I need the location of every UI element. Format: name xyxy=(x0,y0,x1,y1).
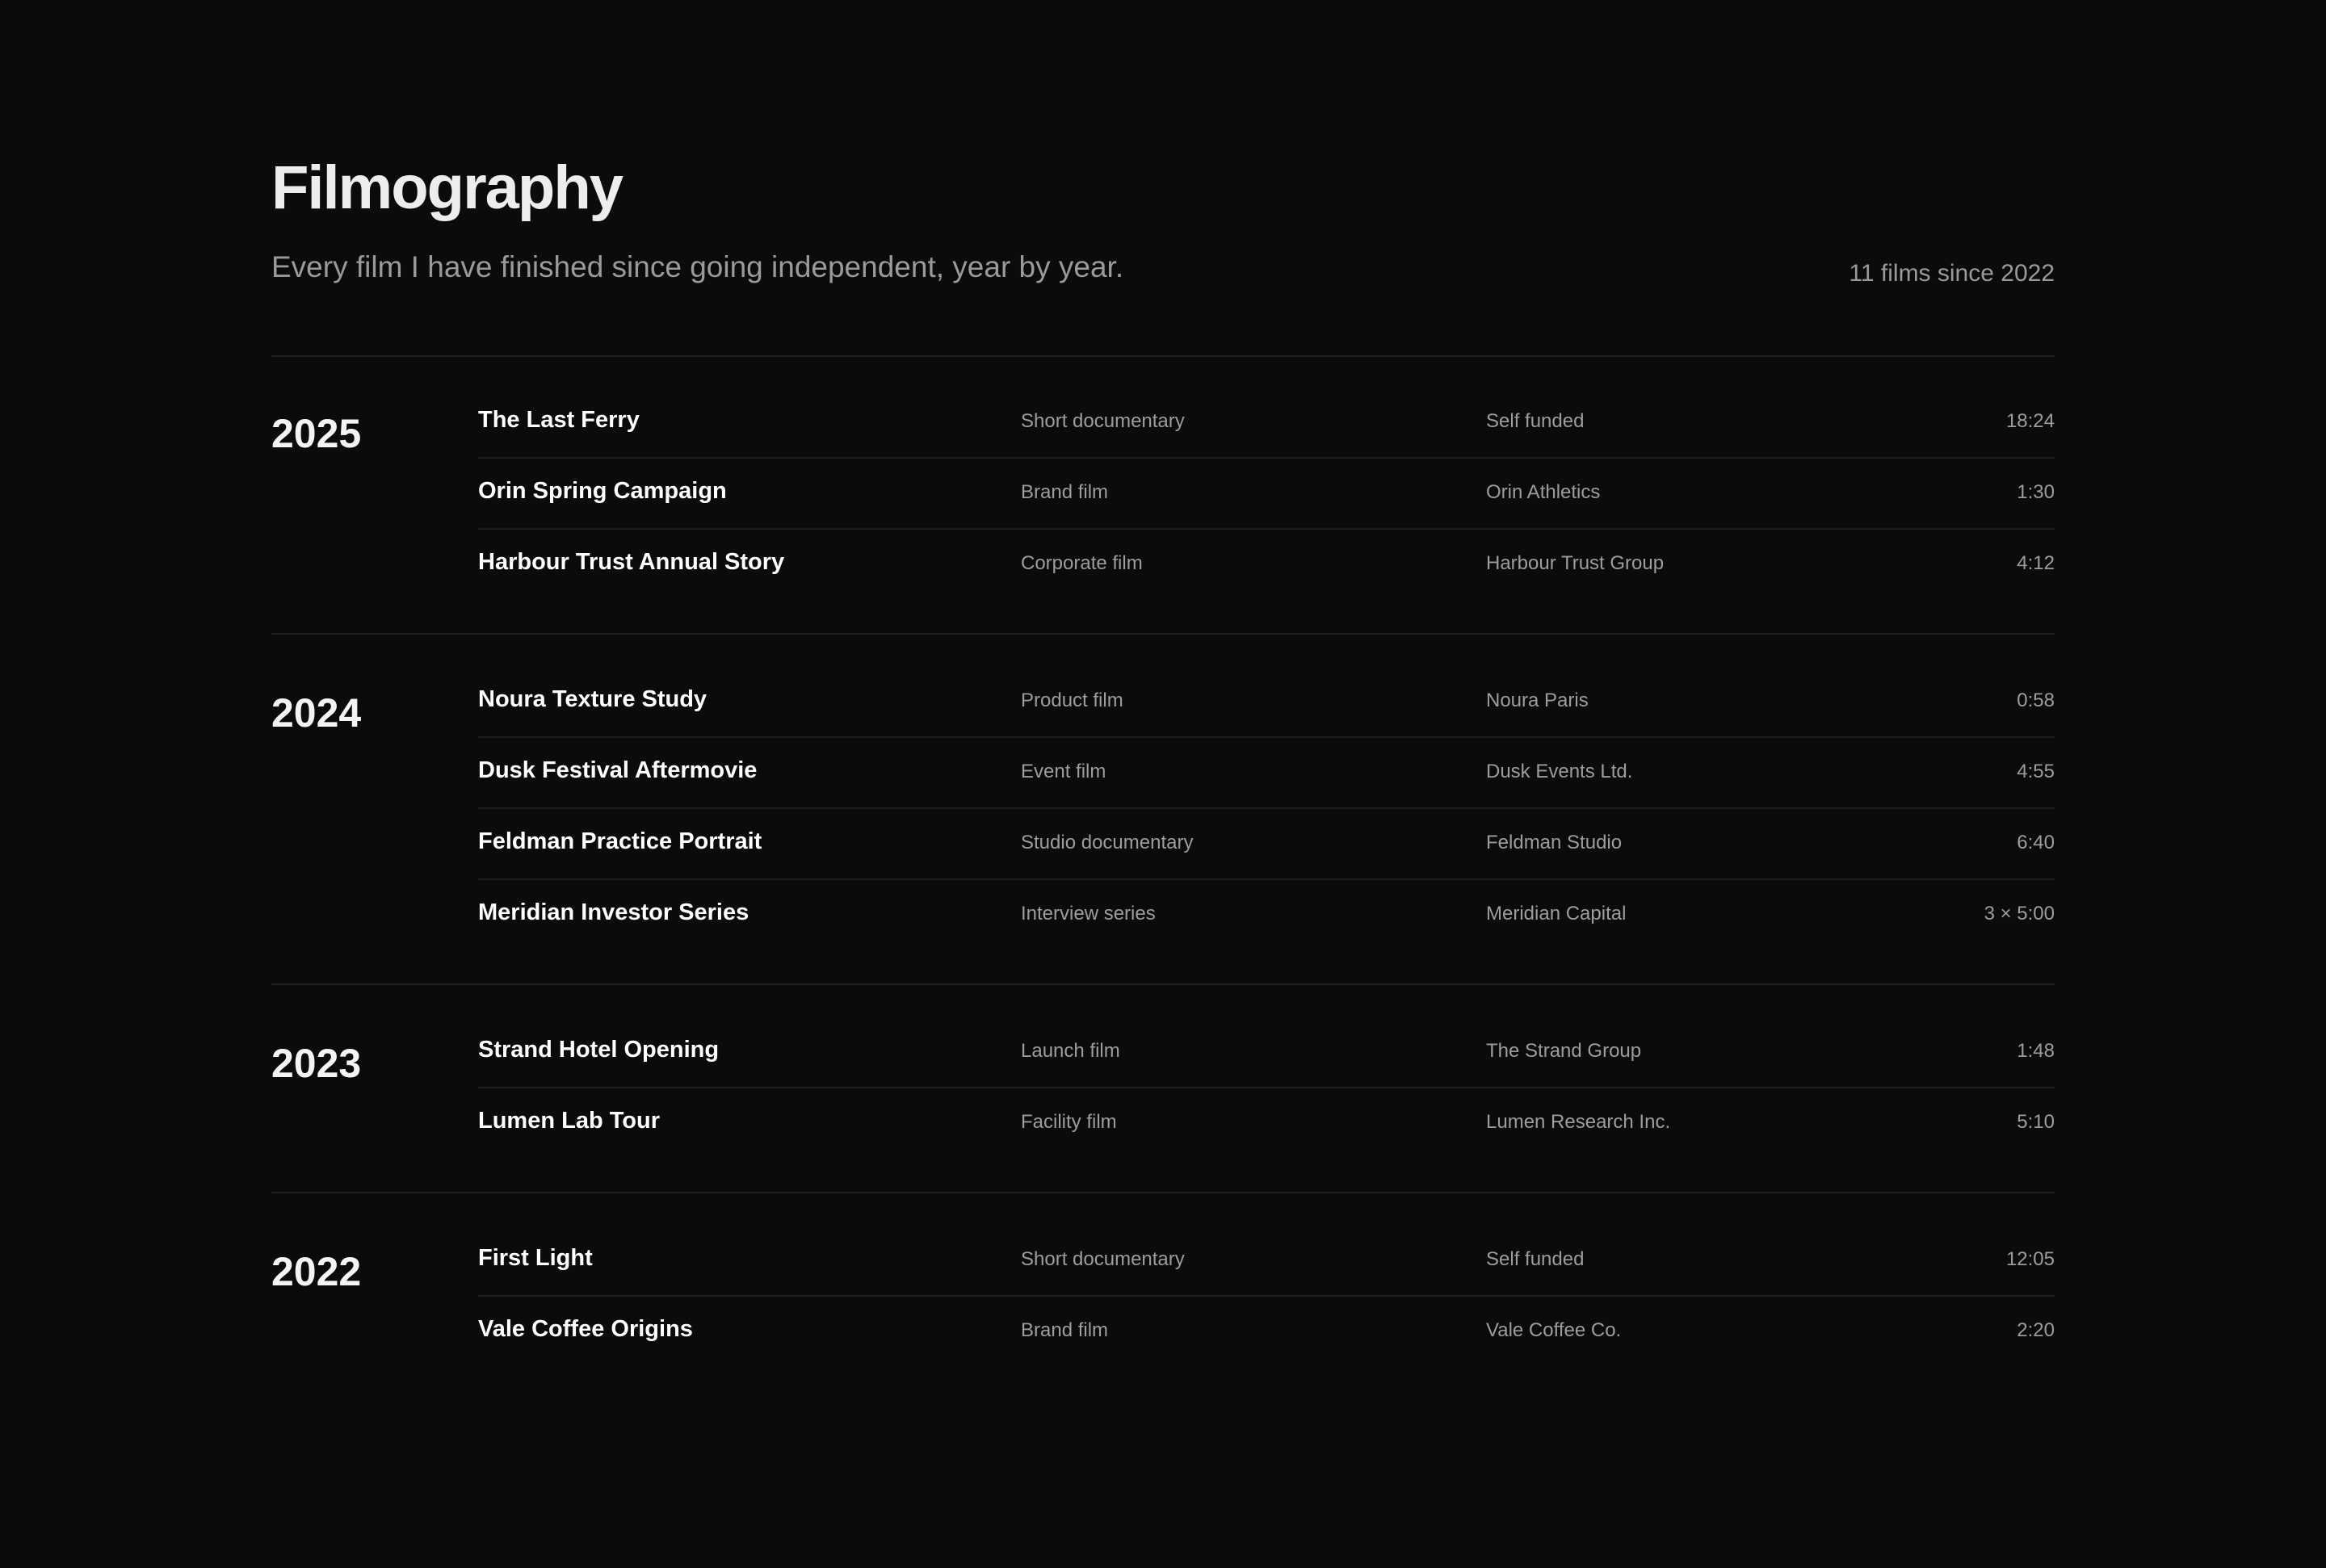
film-row[interactable]: Dusk Festival Aftermovie Event film Dusk E… xyxy=(478,738,2055,809)
year-group-2025: 2025 The Last Ferry Short documentary Self … xyxy=(271,355,2055,635)
page-title: Filmography xyxy=(271,153,623,222)
film-duration: 0:58 xyxy=(2017,690,2055,711)
page-subtitle: Every film I have finished since going i… xyxy=(271,250,1124,283)
film-row[interactable]: Noura Texture Study Product film Noura Par… xyxy=(478,667,2055,738)
year-label: 2024 xyxy=(271,690,362,736)
film-title: Noura Texture Study xyxy=(478,686,707,712)
film-client: Harbour Trust Group xyxy=(1486,552,1665,574)
year-group-2023: 2023 Strand Hotel Opening Launch film The S… xyxy=(271,985,2055,1193)
film-client: Noura Paris xyxy=(1486,690,1589,711)
film-duration: 2:20 xyxy=(2017,1319,2055,1341)
film-row[interactable]: Strand Hotel Opening Launch film The Stran… xyxy=(478,1017,2055,1088)
film-count: 11 films since 2022 xyxy=(1849,260,2055,287)
film-row[interactable]: Vale Coffee Origins Brand film Vale Coffee… xyxy=(478,1297,2055,1368)
film-duration: 6:40 xyxy=(2017,832,2055,853)
film-title: Orin Spring Campaign xyxy=(478,478,727,504)
year-list: 2025 The Last Ferry Short documentary Self … xyxy=(271,355,2055,1400)
film-title: Dusk Festival Aftermovie xyxy=(478,757,758,783)
film-row[interactable]: Meridian Investor Series Interview series… xyxy=(478,880,2055,951)
film-list: Noura Texture Study Product film Noura Par… xyxy=(478,667,2055,951)
film-duration: 1:48 xyxy=(2017,1040,2055,1062)
film-type: Corporate film xyxy=(1021,552,1143,574)
film-client: Meridian Capital xyxy=(1486,903,1627,924)
year-label: 2022 xyxy=(271,1249,362,1294)
film-type: Studio documentary xyxy=(1021,832,1194,853)
film-type: Product film xyxy=(1021,690,1123,711)
film-duration: 1:30 xyxy=(2017,481,2055,503)
film-type: Short documentary xyxy=(1021,1248,1185,1270)
film-client: Orin Athletics xyxy=(1486,481,1601,503)
film-duration: 3 × 5:00 xyxy=(1984,903,2055,924)
year-group-2022: 2022 First Light Short documentary Self fun… xyxy=(271,1193,2055,1400)
film-title: Feldman Practice Portrait xyxy=(478,828,762,854)
film-title: Lumen Lab Tour xyxy=(478,1108,661,1134)
film-list: First Light Short documentary Self funded 1… xyxy=(478,1226,2055,1368)
film-type: Brand film xyxy=(1021,481,1109,503)
film-row[interactable]: Lumen Lab Tour Facility film Lumen Researc… xyxy=(478,1088,2055,1159)
film-duration: 18:24 xyxy=(2005,410,2055,432)
filmography-page: Filmography Every film I have finished s… xyxy=(271,0,2055,1400)
film-duration: 12:05 xyxy=(2005,1248,2055,1270)
film-client: Self funded xyxy=(1486,410,1585,432)
film-client: Lumen Research Inc. xyxy=(1486,1111,1671,1133)
film-row[interactable]: Harbour Trust Annual Story Corporate film… xyxy=(478,530,2055,601)
film-row[interactable]: Feldman Practice Portrait Studio document… xyxy=(478,809,2055,880)
film-duration: 4:12 xyxy=(2017,552,2055,574)
film-client: The Strand Group xyxy=(1486,1040,1642,1062)
film-list: The Last Ferry Short documentary Self fund… xyxy=(478,388,2055,601)
film-type: Short documentary xyxy=(1021,410,1185,432)
film-duration: 5:10 xyxy=(2017,1111,2055,1133)
film-row[interactable]: First Light Short documentary Self funded 1… xyxy=(478,1226,2055,1297)
film-row[interactable]: Orin Spring Campaign Brand film Orin Athle… xyxy=(478,459,2055,530)
film-type: Launch film xyxy=(1021,1040,1120,1062)
film-type: Interview series xyxy=(1021,903,1156,924)
film-row[interactable]: The Last Ferry Short documentary Self fund… xyxy=(478,388,2055,459)
film-title: Meridian Investor Series xyxy=(478,899,749,925)
film-title: Strand Hotel Opening xyxy=(478,1037,720,1063)
film-client: Vale Coffee Co. xyxy=(1486,1319,1622,1341)
film-type: Brand film xyxy=(1021,1319,1109,1341)
film-list: Strand Hotel Opening Launch film The Stran… xyxy=(478,1017,2055,1159)
film-title: First Light xyxy=(478,1245,593,1271)
film-title: Harbour Trust Annual Story xyxy=(478,549,785,575)
film-duration: 4:55 xyxy=(2017,761,2055,782)
film-client: Dusk Events Ltd. xyxy=(1486,761,1633,782)
film-type: Event film xyxy=(1021,761,1106,782)
year-group-2024: 2024 Noura Texture Study Product film Noura… xyxy=(271,635,2055,985)
film-client: Self funded xyxy=(1486,1248,1585,1270)
film-type: Facility film xyxy=(1021,1111,1117,1133)
year-label: 2025 xyxy=(271,411,362,456)
film-title: The Last Ferry xyxy=(478,407,640,433)
year-label: 2023 xyxy=(271,1041,362,1086)
page-header: Filmography Every film I have finished s… xyxy=(271,0,2055,357)
film-title: Vale Coffee Origins xyxy=(478,1316,693,1342)
film-client: Feldman Studio xyxy=(1486,832,1623,853)
